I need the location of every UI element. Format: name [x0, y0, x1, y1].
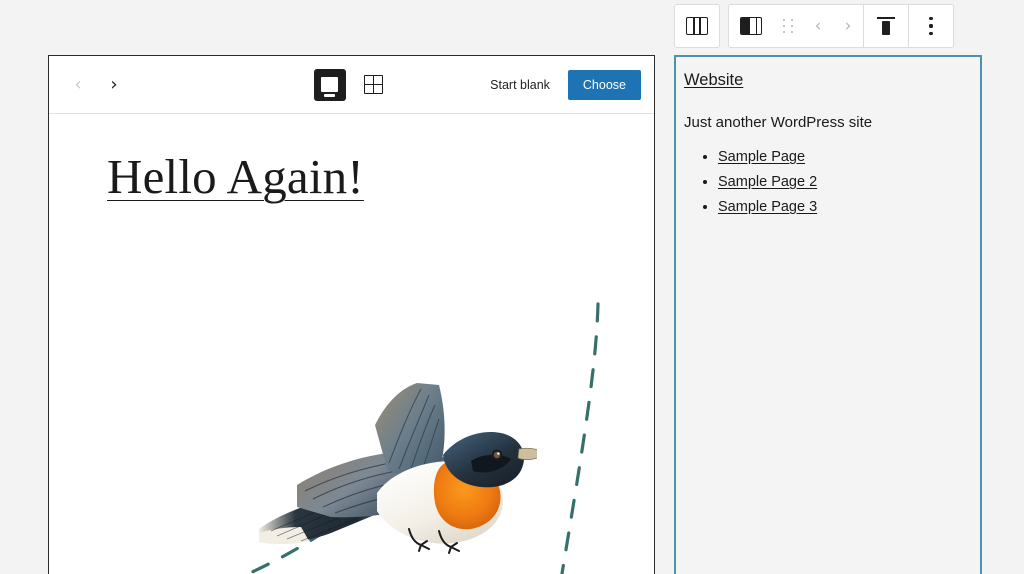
pattern-next-button[interactable]: ›: [99, 70, 129, 100]
chevron-left-icon: ‹: [814, 15, 822, 36]
drag-handle-button[interactable]: [773, 5, 803, 47]
list-item: Sample Page: [718, 149, 970, 165]
sidebar-columns-icon: [686, 17, 708, 35]
more-options-button[interactable]: [909, 5, 953, 47]
site-preview-panel[interactable]: Website Just another WordPress site Samp…: [674, 55, 982, 574]
flying-bird-illustration: [257, 381, 546, 571]
six-dots-drag-icon: [781, 18, 795, 34]
sidebar-toggle-button[interactable]: [675, 5, 719, 47]
pattern-header-actions: Start blank Choose: [482, 69, 641, 100]
move-next-button[interactable]: ›: [833, 5, 863, 47]
list-item: Sample Page 3: [718, 199, 970, 215]
kebab-vertical-icon: [929, 17, 933, 35]
pull-to-top-icon: [876, 16, 896, 36]
chevron-right-icon: ›: [844, 15, 852, 36]
site-menu-list: Sample Page Sample Page 2 Sample Page 3: [686, 149, 970, 215]
site-title-link[interactable]: Website: [684, 71, 743, 90]
pull-to-top-button[interactable]: [864, 5, 908, 47]
pattern-picker-modal: ‹ › Start blank Choose Hello Again!: [48, 55, 655, 574]
pattern-preview-canvas[interactable]: Hello Again!: [49, 114, 654, 574]
choose-button[interactable]: Choose: [567, 69, 641, 100]
carousel-view-icon: [321, 77, 338, 97]
pattern-prev-button[interactable]: ‹: [63, 70, 93, 100]
pattern-picker-header: ‹ › Start blank Choose: [49, 56, 654, 114]
grid-view-icon: [364, 75, 383, 94]
sidebar-toggle-group: [674, 4, 720, 48]
start-blank-button[interactable]: Start blank: [482, 72, 558, 98]
view-mode-grid-button[interactable]: [358, 69, 390, 101]
menu-link-sample-page-3[interactable]: Sample Page 3: [718, 199, 817, 215]
menu-link-sample-page[interactable]: Sample Page: [718, 149, 805, 165]
editor-top-toolbar: ‹ ›: [674, 4, 954, 48]
view-mode-carousel-button[interactable]: [313, 68, 346, 101]
screen-root: ‹ › ‹ › Start blank Choose Hello Again! …: [0, 0, 1024, 574]
half-fill-block-icon: [740, 17, 762, 35]
move-prev-button[interactable]: ‹: [803, 5, 833, 47]
pattern-nav-arrows: ‹ ›: [63, 70, 129, 100]
list-item: Sample Page 2: [718, 174, 970, 190]
site-tagline: Just another WordPress site: [684, 114, 873, 131]
menu-link-sample-page-2[interactable]: Sample Page 2: [718, 174, 817, 190]
block-toolbar-group: ‹ ›: [728, 4, 954, 48]
document-overview-button[interactable]: [729, 5, 773, 47]
